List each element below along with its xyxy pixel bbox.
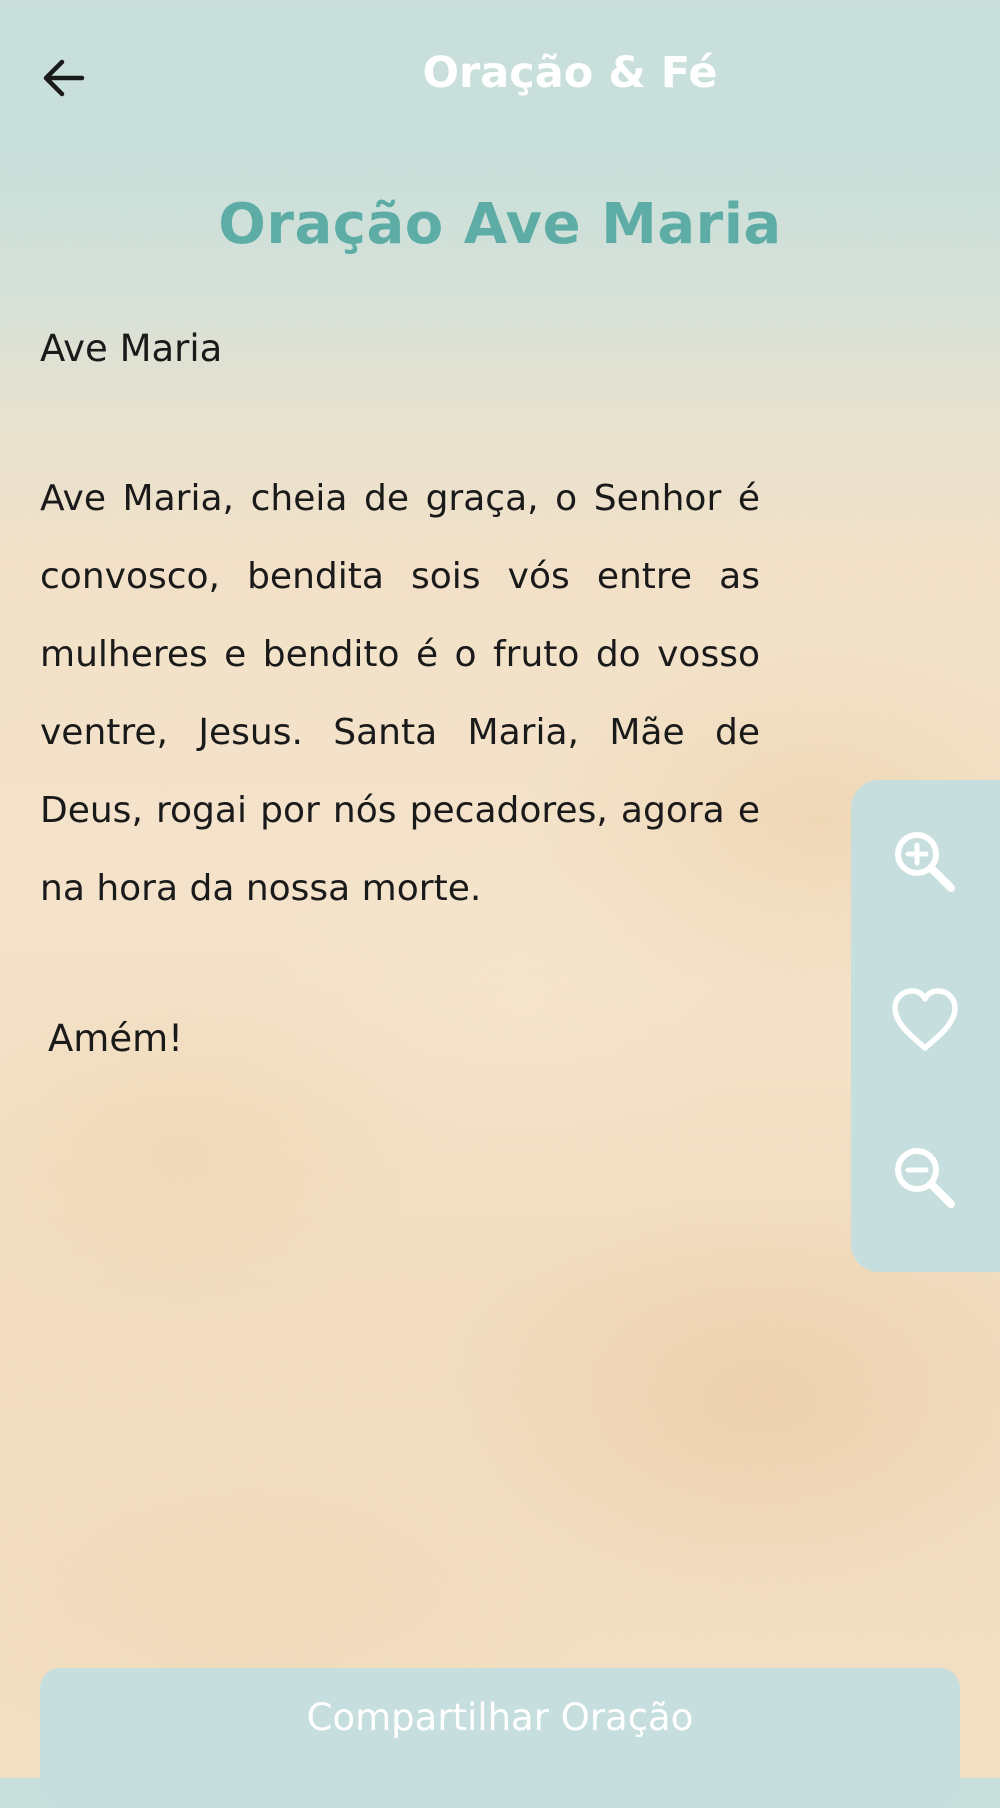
heart-outline-icon (892, 988, 958, 1051)
prayer-content: Ave Maria Ave Maria, cheia de graça, o S… (40, 312, 760, 1076)
zoom-in-icon (895, 832, 955, 892)
favorite-button[interactable] (885, 980, 965, 1060)
zoom-out-icon (895, 1148, 955, 1208)
prayer-heading: Ave Maria (40, 327, 223, 370)
side-action-panel (851, 780, 1000, 1272)
zoom-out-button[interactable] (885, 1138, 965, 1218)
share-prayer-label: Compartilhar Oração (306, 1696, 694, 1739)
zoom-in-button[interactable] (885, 822, 965, 902)
share-prayer-button[interactable]: Compartilhar Oração (40, 1668, 960, 1808)
prayer-body: Ave Maria, cheia de graça, o Senhor é co… (40, 478, 760, 909)
top-bar: Oração & Fé (0, 0, 1000, 160)
prayer-closing: Amém! (48, 1017, 183, 1060)
app-title: Oração & Fé (422, 48, 718, 98)
prayer-title: Oração Ave Maria (218, 192, 782, 257)
